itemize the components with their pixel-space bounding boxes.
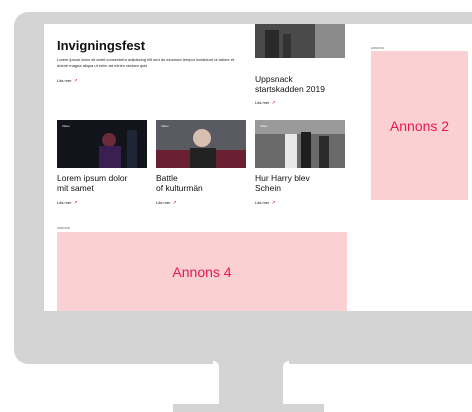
photo-thumbnail bbox=[156, 120, 246, 168]
card-title[interactable]: Lorem ipsum dolor mit samet bbox=[57, 173, 127, 193]
article-title[interactable]: Invigningsfest bbox=[57, 38, 145, 53]
neck-curve-right bbox=[283, 361, 289, 405]
ad-text: Annons 4 bbox=[172, 263, 232, 280]
card-title-line: Schein bbox=[255, 183, 281, 193]
card-title[interactable]: Hur Harry blev Schein bbox=[255, 173, 310, 193]
read-more-label: Läs mer bbox=[57, 200, 72, 205]
read-more-link[interactable]: Läs mer ↗ bbox=[255, 100, 276, 106]
card-title-line: Uppsnack bbox=[255, 74, 293, 84]
read-more-link[interactable]: Läs mer ↗ bbox=[255, 200, 276, 206]
arrow-icon: ↗ bbox=[73, 78, 78, 84]
screen: Invigningsfest Lorem ipsum dolor sit ame… bbox=[44, 24, 472, 311]
arrow-icon: ↗ bbox=[73, 200, 78, 206]
card-image[interactable]: Video bbox=[255, 120, 345, 168]
card-title[interactable]: Battle of kulturmän bbox=[156, 173, 203, 193]
photo-thumbnail bbox=[255, 24, 345, 58]
card-title-line: Hur Harry blev bbox=[255, 173, 310, 183]
card-title-line: Battle bbox=[156, 173, 178, 183]
read-more-label: Läs mer bbox=[156, 200, 171, 205]
card-image[interactable] bbox=[255, 24, 345, 58]
card-title-line: Lorem ipsum dolor bbox=[57, 173, 128, 183]
monitor-base bbox=[173, 404, 324, 412]
video-tag: Video bbox=[260, 124, 268, 128]
ad-text: Annons 2 bbox=[389, 117, 450, 134]
ad-label: ANNONS bbox=[57, 226, 70, 230]
read-more-label: Läs mer bbox=[255, 100, 270, 105]
article-intro: Lorem ipsum dolor sit amet consectetur a… bbox=[57, 57, 235, 68]
monitor-neck bbox=[217, 363, 285, 405]
read-more-link[interactable]: Läs mer ↗ bbox=[156, 200, 177, 206]
ad-label: ANNONS bbox=[371, 46, 384, 50]
card-title-line: mit samet bbox=[57, 183, 94, 193]
photo-thumbnail bbox=[255, 120, 345, 168]
arrow-icon: ↗ bbox=[271, 100, 276, 106]
photo-thumbnail bbox=[57, 120, 147, 168]
monitor-frame: Invigningsfest Lorem ipsum dolor sit ame… bbox=[14, 12, 472, 364]
read-more-link[interactable]: Läs mer ↗ bbox=[57, 200, 78, 206]
video-tag: Video bbox=[161, 124, 169, 128]
card-image[interactable]: Video bbox=[156, 120, 246, 168]
arrow-icon: ↗ bbox=[271, 200, 276, 206]
card-title[interactable]: Uppsnack startskadden 2019 bbox=[255, 74, 325, 94]
neck-curve-left bbox=[213, 361, 219, 405]
card-title-line: startskadden 2019 bbox=[255, 84, 325, 94]
ad-banner-bottom[interactable]: Annons 4 bbox=[57, 232, 347, 311]
read-more-label: Läs mer bbox=[57, 78, 72, 83]
ad-banner-side[interactable]: Annons 2 bbox=[371, 51, 468, 200]
card-title-line: of kulturmän bbox=[156, 183, 203, 193]
arrow-icon: ↗ bbox=[172, 200, 177, 206]
card-image[interactable]: Video bbox=[57, 120, 147, 168]
read-more-link[interactable]: Läs mer ↗ bbox=[57, 78, 78, 84]
video-tag: Video bbox=[62, 124, 70, 128]
read-more-label: Läs mer bbox=[255, 200, 270, 205]
